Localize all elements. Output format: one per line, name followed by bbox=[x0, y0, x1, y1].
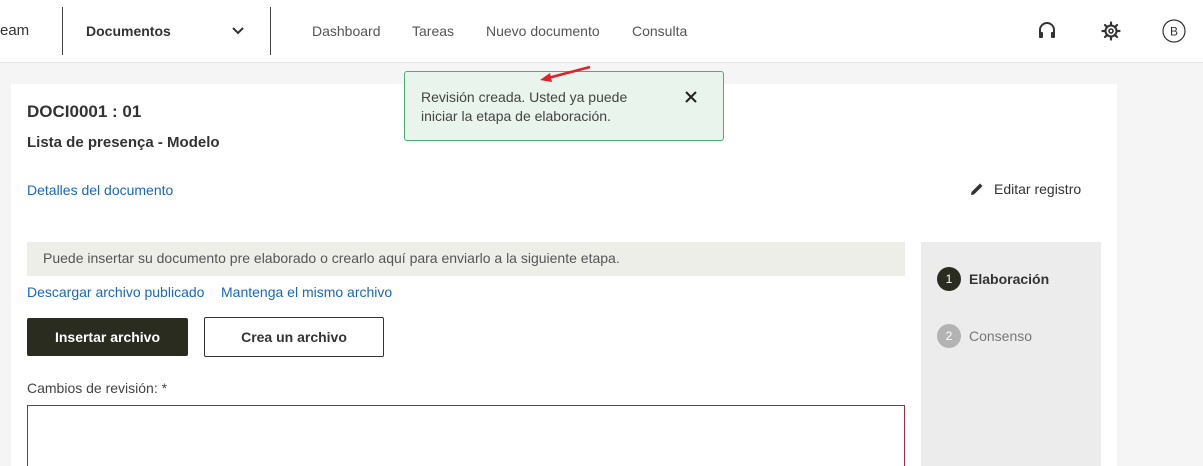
workflow-stepper: 1 Elaboración 2 Consenso bbox=[921, 242, 1101, 466]
user-initial: B bbox=[1170, 25, 1178, 39]
module-selector-label[interactable]: Documentos bbox=[86, 23, 171, 39]
headset-icon[interactable] bbox=[1035, 19, 1059, 43]
pencil-icon bbox=[971, 183, 983, 195]
user-avatar-icon[interactable]: B bbox=[1162, 19, 1186, 43]
step-consenso: 2 Consenso bbox=[937, 324, 1032, 348]
top-navigation-bar: eam Documentos Dashboard Tareas Nuevo do… bbox=[0, 0, 1203, 63]
nav-dashboard[interactable]: Dashboard bbox=[312, 23, 381, 39]
divider bbox=[62, 7, 63, 55]
toast-message: Revisión creada. Usted ya puede iniciar … bbox=[421, 89, 628, 124]
edit-record-button[interactable]: Editar registro bbox=[968, 180, 1081, 198]
info-banner: Puede insertar su documento pre elaborad… bbox=[27, 242, 905, 276]
download-published-link[interactable]: Descargar archivo publicado bbox=[27, 284, 204, 300]
gear-icon[interactable] bbox=[1099, 19, 1123, 43]
close-icon[interactable] bbox=[682, 88, 700, 106]
step-elaboracion: 1 Elaboración bbox=[937, 267, 1049, 291]
keep-same-file-link[interactable]: Mantenga el mismo archivo bbox=[221, 284, 392, 300]
edit-record-label: Editar registro bbox=[994, 181, 1082, 197]
nav-nuevo-documento[interactable]: Nuevo documento bbox=[486, 23, 600, 39]
step-number: 1 bbox=[937, 267, 961, 291]
brand-name[interactable]: eam bbox=[0, 22, 29, 39]
nav-tareas[interactable]: Tareas bbox=[412, 23, 454, 39]
step-number: 2 bbox=[937, 324, 961, 348]
step-label: Consenso bbox=[969, 328, 1033, 344]
insert-file-button[interactable]: Insertar archivo bbox=[27, 318, 188, 356]
nav-consulta[interactable]: Consulta bbox=[632, 23, 687, 39]
chevron-down-icon[interactable] bbox=[231, 23, 245, 39]
document-id: DOCI0001 : 01 bbox=[27, 102, 142, 121]
divider bbox=[270, 7, 271, 55]
create-file-button[interactable]: Crea un archivo bbox=[204, 317, 384, 357]
annotation-arrow-icon bbox=[540, 65, 591, 82]
revision-changes-label: Cambios de revisión: * bbox=[27, 380, 168, 396]
document-panel: DOCI0001 : 01 Lista de presença - Modelo… bbox=[11, 84, 1117, 466]
document-title: Lista de presença - Modelo bbox=[27, 134, 220, 151]
step-label: Elaboración bbox=[969, 271, 1050, 287]
revision-changes-field[interactable] bbox=[27, 405, 905, 466]
document-details-link[interactable]: Detalles del documento bbox=[27, 182, 173, 198]
